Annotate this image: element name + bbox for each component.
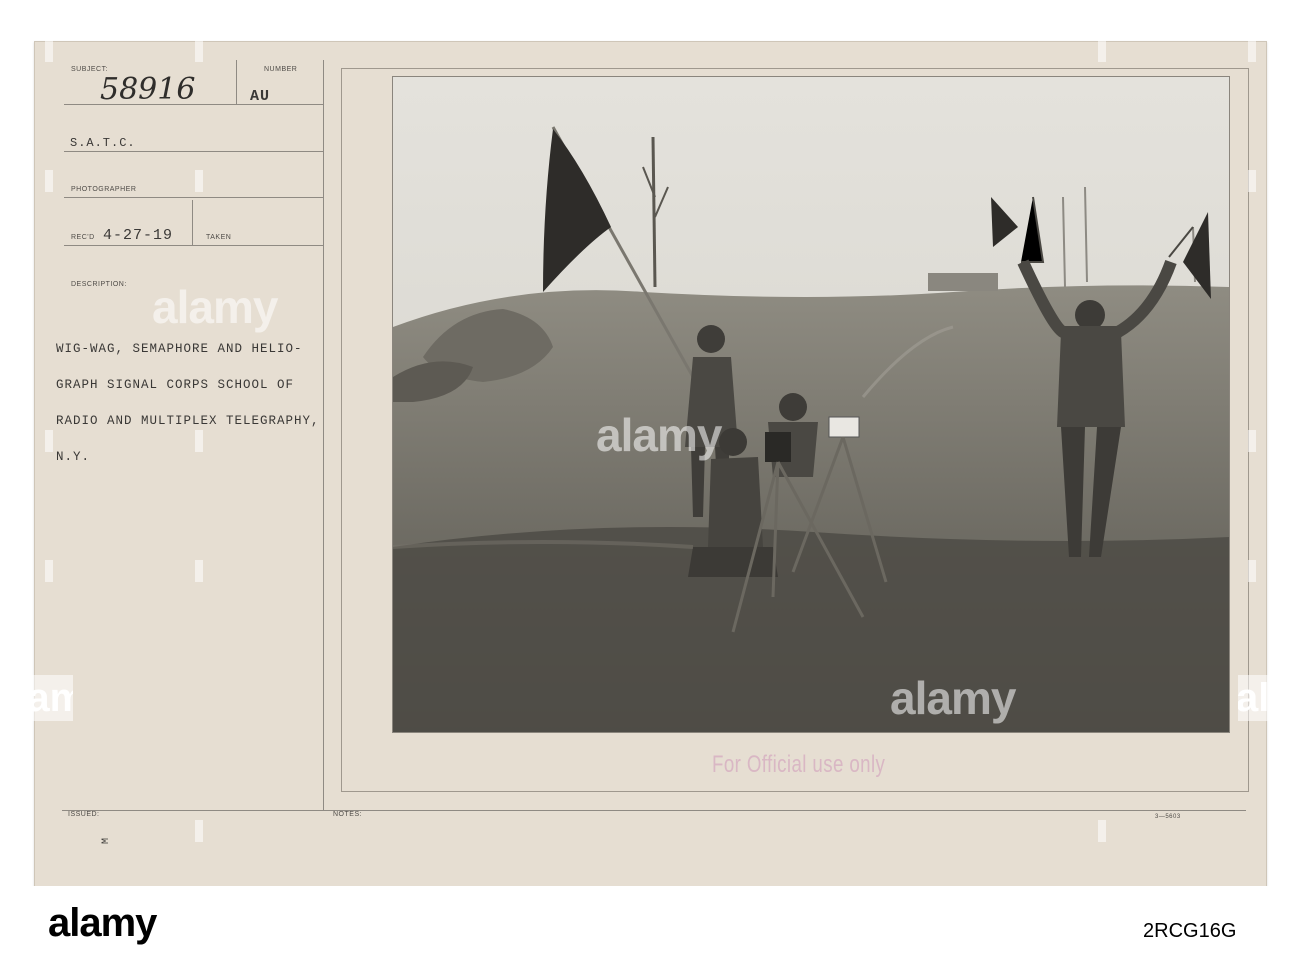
alamy-logo[interactable]: alamy	[48, 901, 157, 946]
watermark-mark	[45, 430, 53, 452]
watermark-mark	[45, 40, 53, 62]
image-id: 2RCG16G	[1143, 920, 1237, 942]
rule	[62, 810, 1246, 811]
watermark-mark	[195, 430, 203, 452]
number-value: AU	[250, 88, 271, 105]
watermark-mark	[1248, 170, 1256, 192]
description-line: GRAPH SIGNAL CORPS SCHOOL OF	[56, 378, 295, 392]
watermark-mark	[1248, 430, 1256, 452]
photograph-scene	[393, 77, 1229, 732]
watermark-mark	[195, 40, 203, 62]
photographer-label: PHOTOGRAPHER	[71, 186, 137, 193]
watermark-mark	[1098, 820, 1106, 842]
description-label: DESCRIPTION:	[71, 281, 127, 288]
unit-text: S.A.T.C.	[70, 136, 136, 150]
number-label: NUMBER	[264, 66, 298, 73]
footer-bar	[0, 886, 1300, 978]
form-number: 3—5603	[1155, 814, 1181, 820]
field-divider	[192, 200, 193, 245]
watermark-mark	[45, 560, 53, 582]
description-text: WIG-WAG, SEMAPHORE AND HELIO- GRAPH SIGN…	[56, 322, 320, 484]
rule	[64, 245, 324, 246]
rule	[64, 151, 324, 152]
rule	[64, 197, 324, 198]
description-line: N.Y.	[56, 450, 91, 464]
watermark-edge-left: alamy	[0, 675, 73, 721]
watermark-edge-right: alamy	[1238, 675, 1300, 721]
watermark-mark	[45, 170, 53, 192]
subject-number: 58916	[100, 72, 196, 107]
watermark-mark	[195, 560, 203, 582]
watermark: alamy	[890, 672, 1016, 724]
watermark-edge-text: alamy	[1238, 676, 1300, 720]
description-line: RADIO AND MULTIPLEX TELEGRAPHY,	[56, 414, 320, 428]
watermark-mark	[1248, 40, 1256, 62]
watermark-mark	[195, 170, 203, 192]
column-divider	[323, 60, 324, 810]
recd-label: REC'D	[71, 234, 95, 241]
official-use-stamp: For Official use only	[712, 751, 886, 778]
watermark: alamy	[152, 281, 278, 333]
watermark-mark	[1248, 560, 1256, 582]
issued-mark: M	[101, 836, 113, 845]
watermark: alamy	[596, 409, 722, 461]
field-divider	[236, 60, 237, 104]
recd-date: 4-27-19	[103, 227, 174, 244]
watermark-edge-text: alamy	[0, 676, 73, 720]
notes-label: NOTES:	[333, 811, 363, 818]
watermark-mark	[1098, 40, 1106, 62]
taken-label: TAKEN	[206, 234, 232, 241]
rule	[64, 104, 324, 105]
description-line: WIG-WAG, SEMAPHORE AND HELIO-	[56, 342, 303, 356]
photograph	[393, 77, 1229, 732]
watermark-mark	[195, 820, 203, 842]
issued-label: ISSUED:	[68, 811, 100, 818]
